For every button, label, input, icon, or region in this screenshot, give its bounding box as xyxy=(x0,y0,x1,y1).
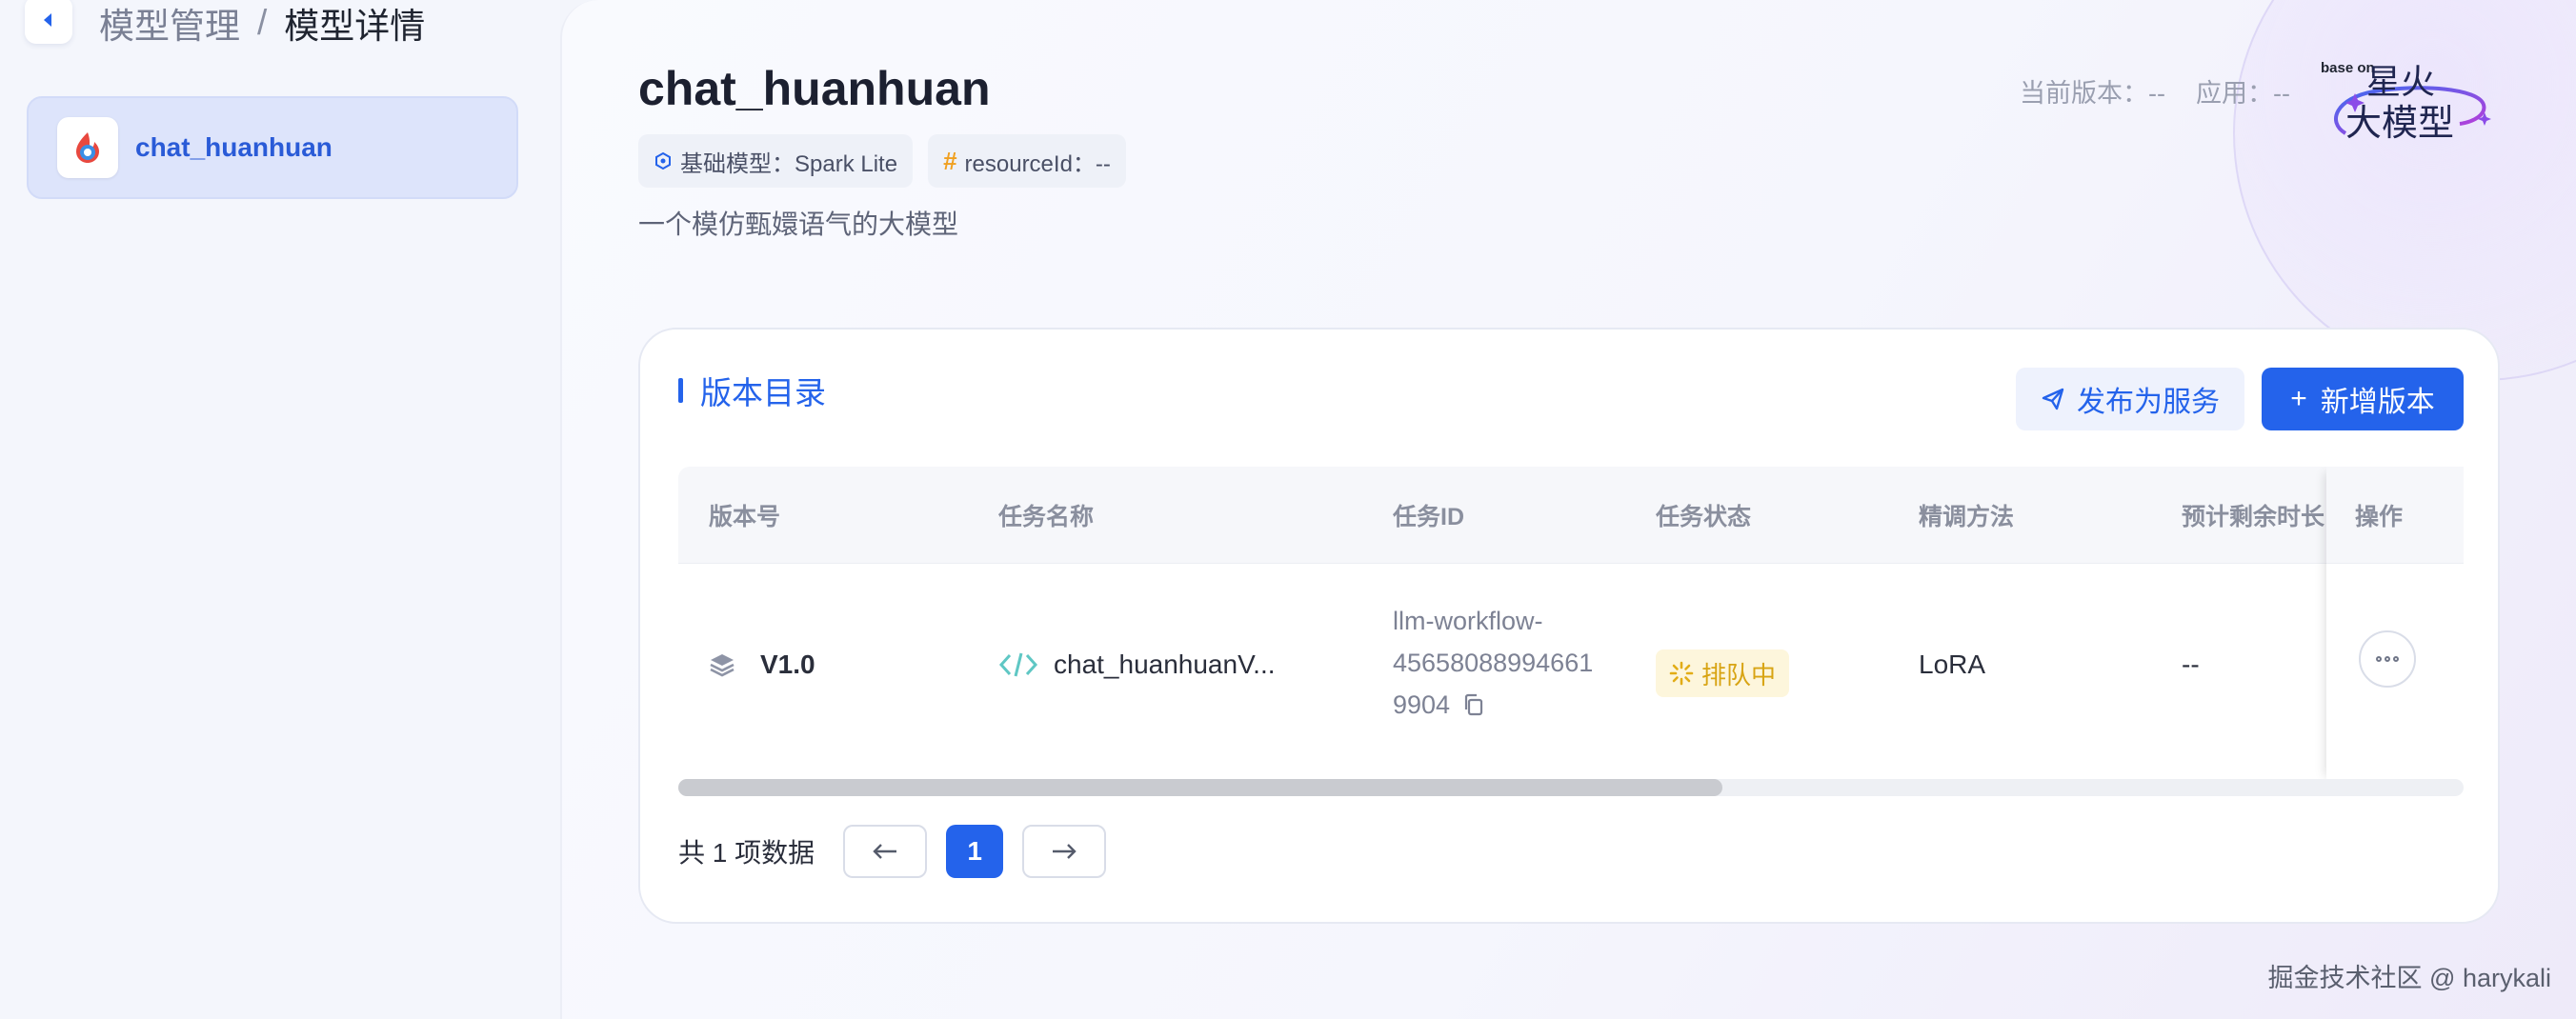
operations-cell xyxy=(2326,564,2464,783)
task-id-line-1: llm-workflow- xyxy=(1393,607,1543,635)
model-tags: 基础模型：Spark Lite # resourceId：-- xyxy=(638,134,1126,188)
version-number: V1.0 xyxy=(760,649,815,679)
svg-text:大模型: 大模型 xyxy=(2345,102,2454,144)
column-header-task-id: 任务ID xyxy=(1393,504,1465,530)
column-header-version: 版本号 xyxy=(709,504,781,530)
sidebar: 模型管理 / 模型详情 chat_huanhuan xyxy=(0,0,560,1019)
operations-header: 操作 xyxy=(2326,467,2464,564)
horizontal-scrollbar[interactable] xyxy=(678,779,2464,796)
breadcrumb-separator: / xyxy=(257,3,268,42)
publish-service-button[interactable]: 发布为服务 xyxy=(2016,368,2244,430)
breadcrumb-parent[interactable]: 模型管理 xyxy=(99,0,240,49)
more-icon-dot xyxy=(2385,656,2390,662)
version-table: 版本号 任务名称 任务ID 任务状态 精调方法 预计剩余时长 V1.0 chat… xyxy=(678,467,2464,783)
back-button[interactable] xyxy=(25,0,72,44)
publish-service-label: 发布为服务 xyxy=(2077,387,2220,418)
task-id-line-3-wrap: 9904 xyxy=(1393,684,1486,726)
section-title: 版本目录 xyxy=(678,368,826,413)
task-status-cell: 排队中 xyxy=(1656,649,1790,697)
column-header-task-name: 任务名称 xyxy=(998,504,1095,530)
copy-icon[interactable] xyxy=(1461,692,1486,717)
page-number-current[interactable]: 1 xyxy=(946,825,1004,878)
base-model-icon xyxy=(654,151,673,170)
arrow-left-icon xyxy=(873,844,897,859)
operations-column: 操作 xyxy=(2326,467,2464,783)
tuning-method-cell: LoRA xyxy=(1919,649,1986,679)
breadcrumb: 模型管理 / 模型详情 xyxy=(99,0,425,46)
application-info: 应用：-- xyxy=(2196,79,2290,108)
loading-spinner-icon xyxy=(1669,661,1694,686)
base-model-tag: 基础模型：Spark Lite xyxy=(638,134,914,188)
model-description: 一个模仿甄嬛语气的大模型 xyxy=(638,210,959,239)
base-model-text: 基础模型：Spark Lite xyxy=(680,150,898,177)
section-title-bar xyxy=(678,378,683,403)
version-meta: 当前版本：-- 应用：-- xyxy=(2020,72,2290,110)
caret-left-icon xyxy=(44,13,51,27)
sidebar-item-chat-huanhuan[interactable]: chat_huanhuan xyxy=(27,96,518,199)
current-version: 当前版本：-- xyxy=(2020,79,2166,108)
prev-page-button[interactable] xyxy=(843,825,928,878)
remaining-time-cell: -- xyxy=(2182,649,2200,679)
task-name: chat_huanhuanV... xyxy=(1054,649,1276,679)
task-name-cell[interactable]: chat_huanhuanV... xyxy=(998,649,1276,680)
page-title: chat_huanhuan xyxy=(638,62,991,115)
arrow-right-icon xyxy=(1053,844,1077,859)
more-actions-button[interactable] xyxy=(2359,630,2416,688)
sidebar-item-label: chat_huanhuan xyxy=(135,132,332,162)
pagination: 共 1 项数据 1 xyxy=(678,825,1107,878)
spark-model-logo: base on 星火 大模型 xyxy=(2321,60,2491,144)
send-icon xyxy=(2042,388,2064,410)
column-header-task-status: 任务状态 xyxy=(1656,504,1752,530)
column-header-remaining-time: 预计剩余时长 xyxy=(2182,504,2325,530)
version-catalog-card: 版本目录 发布为服务 + 新增版本 版本号 任务名称 任务ID 任务状态 精调方… xyxy=(638,328,2500,924)
layers-icon xyxy=(710,654,735,677)
scrollbar-thumb[interactable] xyxy=(678,779,1722,796)
breadcrumb-current: 模型详情 xyxy=(284,7,426,46)
plus-icon: + xyxy=(2290,383,2307,414)
resource-id-tag: # resourceId：-- xyxy=(928,134,1126,188)
status-text: 排队中 xyxy=(1701,660,1777,689)
column-header-operations: 操作 xyxy=(2355,504,2404,530)
next-page-button[interactable] xyxy=(1022,825,1107,878)
table-header: 版本号 任务名称 任务ID 任务状态 精调方法 预计剩余时长 xyxy=(678,467,2464,564)
main-panel: chat_huanhuan 基础模型：Spark Lite # resource… xyxy=(560,0,2576,1019)
add-version-label: 新增版本 xyxy=(2320,387,2435,418)
column-header-tuning-method: 精调方法 xyxy=(1919,504,2015,530)
hash-icon: # xyxy=(943,146,957,175)
total-count: 共 1 项数据 xyxy=(678,838,815,868)
add-version-button[interactable]: + 新增版本 xyxy=(2262,368,2464,430)
svg-text:星火: 星火 xyxy=(2366,63,2435,102)
code-icon xyxy=(998,652,1038,677)
model-logo-icon xyxy=(57,117,118,178)
resource-id-text: resourceId：-- xyxy=(964,150,1111,177)
task-id-cell: llm-workflow- 45658088994661 9904 xyxy=(1393,600,1593,726)
task-id-line-3: 9904 xyxy=(1393,690,1451,719)
version-cell: V1.0 xyxy=(709,649,815,680)
more-icon-dot xyxy=(2376,656,2382,662)
more-icon-dot xyxy=(2393,656,2399,662)
status-badge: 排队中 xyxy=(1656,649,1790,697)
watermark: 掘金技术社区 @ harykali xyxy=(2267,964,2551,992)
task-id-line-2: 45658088994661 xyxy=(1393,649,1594,677)
section-title-text: 版本目录 xyxy=(700,375,826,410)
table-row: V1.0 chat_huanhuanV... llm-workflow- 456… xyxy=(678,564,2464,783)
